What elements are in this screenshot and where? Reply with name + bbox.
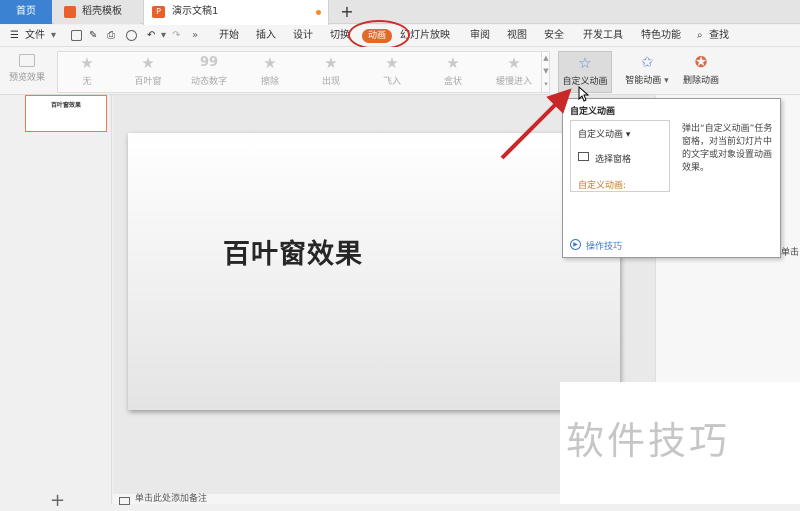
annotation-arrow xyxy=(500,88,572,160)
mouse-cursor-icon xyxy=(578,86,590,102)
